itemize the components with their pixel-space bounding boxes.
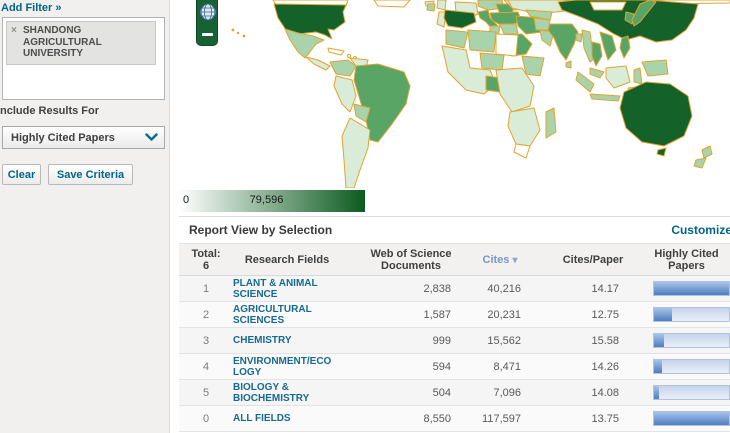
field-link[interactable]: BIOLOGY & BIOCHEMISTRY — [233, 382, 355, 404]
highly-cited-bar — [653, 385, 730, 400]
cites-cell: 40,216 — [467, 283, 543, 295]
table-row: 0 ALL FIELDS 8,550 117,597 13.75 — [179, 406, 730, 432]
include-results-label: nclude Results For — [0, 105, 99, 117]
table-body: 1 PLANT & ANIMAL SCIENCE 2,838 40,216 14… — [179, 276, 730, 432]
documents-cell: 999 — [355, 335, 467, 347]
documents-cell: 1,587 — [355, 309, 467, 321]
table-header-row: Total: 6 Research Fields Web of Science … — [179, 243, 730, 276]
rank-cell: 2 — [179, 309, 233, 321]
legend-max-value: 79,596 — [250, 194, 284, 206]
cites-per-paper-cell: 14.08 — [543, 387, 643, 399]
cites-per-paper-cell: 14.26 — [543, 361, 643, 373]
highly-cited-bar — [653, 333, 730, 348]
field-link[interactable]: AGRICULTURAL SCIENCES — [233, 304, 355, 326]
documents-cell: 594 — [355, 361, 467, 373]
zoom-out-icon[interactable] — [202, 33, 213, 36]
cites-cell: 15,562 — [467, 335, 543, 347]
table-row: 3 CHEMISTRY 999 15,562 15.58 — [179, 328, 730, 354]
report-section: Report View by Selection Customize Total… — [179, 216, 730, 432]
save-criteria-button[interactable]: Save Criteria — [48, 164, 133, 185]
remove-filter-icon[interactable]: × — [11, 25, 17, 37]
rank-cell: 5 — [179, 387, 233, 399]
cites-per-paper-header: Cites/Paper — [543, 254, 643, 266]
field-link[interactable]: PLANT & ANIMAL SCIENCE — [233, 278, 355, 300]
total-count-header: Total: 6 — [179, 248, 233, 272]
field-link[interactable]: ENVIRONMENT/ECOLOGY — [233, 356, 355, 378]
table-row: 4 ENVIRONMENT/ECOLOGY 594 8,471 14.26 — [179, 354, 730, 380]
documents-cell: 504 — [355, 387, 467, 399]
rank-cell: 3 — [179, 335, 233, 347]
map-zoom-control[interactable] — [196, 0, 218, 46]
filter-sidebar: Add Filter » × SHANDONG AGRICULTURAL UNI… — [0, 0, 170, 433]
legend-min-value: 0 — [183, 194, 189, 206]
globe-icon[interactable] — [199, 3, 217, 21]
rank-cell: 1 — [179, 283, 233, 295]
results-type-value: Highly Cited Papers — [11, 132, 115, 144]
results-type-dropdown[interactable]: Highly Cited Papers — [2, 126, 165, 149]
highly-cited-header: Highly Cited Papers — [643, 248, 730, 272]
documents-cell: 8,550 — [355, 413, 467, 425]
cites-cell: 8,471 — [467, 361, 543, 373]
filter-tag-institution[interactable]: × SHANDONG AGRICULTURAL UNIVERSITY — [6, 21, 156, 65]
rank-cell: 0 — [179, 413, 233, 425]
cites-per-paper-cell: 12.75 — [543, 309, 643, 321]
cites-cell: 20,231 — [467, 309, 543, 321]
research-fields-header: Research Fields — [233, 254, 355, 266]
cites-cell: 117,597 — [467, 413, 543, 425]
cites-per-paper-cell: 15.58 — [543, 335, 643, 347]
table-row: 5 BIOLOGY & BIOCHEMISTRY 504 7,096 14.08 — [179, 380, 730, 406]
table-row: 2 AGRICULTURAL SCIENCES 1,587 20,231 12.… — [179, 302, 730, 328]
esi-report-page: Add Filter » × SHANDONG AGRICULTURAL UNI… — [0, 0, 730, 433]
world-choropleth-map[interactable] — [178, 0, 730, 188]
field-link[interactable]: ALL FIELDS — [233, 413, 355, 424]
sort-desc-icon: ▾ — [512, 255, 517, 266]
filter-tag-label: SHANDONG AGRICULTURAL UNIVERSITY — [23, 25, 102, 59]
chevron-down-icon — [145, 129, 158, 147]
field-link[interactable]: CHEMISTRY — [233, 335, 355, 346]
documents-header: Web of Science Documents — [355, 248, 467, 272]
customize-link[interactable]: Customize — [671, 223, 730, 237]
highly-cited-bar — [653, 281, 730, 296]
add-filter-link[interactable]: Add Filter » — [1, 2, 62, 14]
cites-cell: 7,096 — [467, 387, 543, 399]
highly-cited-bar — [653, 359, 730, 374]
clear-button[interactable]: Clear — [2, 164, 41, 185]
main-content: 0 79,596 Report View by Selection Custom… — [171, 0, 730, 433]
rank-cell: 4 — [179, 361, 233, 373]
map-color-legend: 0 79,596 — [179, 190, 365, 212]
active-filters-panel: × SHANDONG AGRICULTURAL UNIVERSITY — [2, 17, 165, 100]
cites-per-paper-cell: 14.17 — [543, 283, 643, 295]
report-title: Report View by Selection — [189, 223, 332, 237]
cites-sort-header[interactable]: Cites ▾ — [467, 254, 543, 266]
highly-cited-bar — [653, 307, 730, 322]
documents-cell: 2,838 — [355, 283, 467, 295]
highly-cited-bar — [653, 411, 730, 426]
cites-per-paper-cell: 13.75 — [543, 413, 643, 425]
table-row: 1 PLANT & ANIMAL SCIENCE 2,838 40,216 14… — [179, 276, 730, 302]
